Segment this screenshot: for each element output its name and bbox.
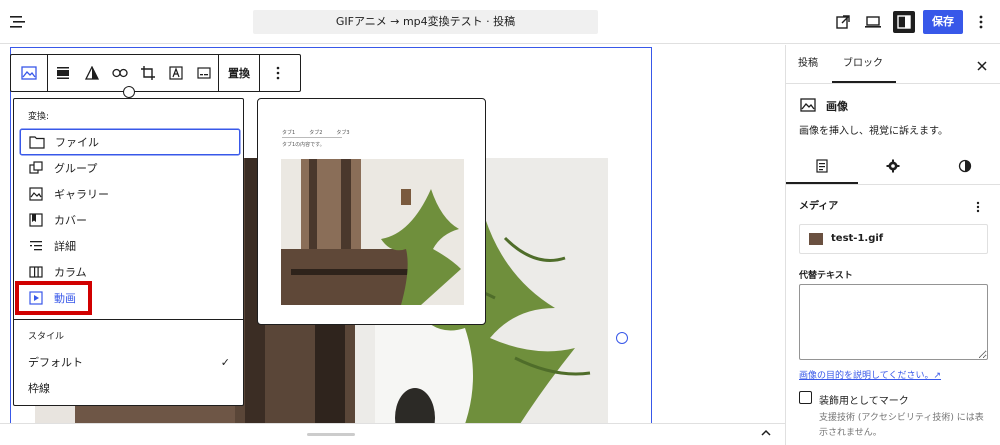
menu-item-group[interactable]: グループ [20, 155, 240, 181]
alt-text-label: 代替テキスト [799, 271, 853, 281]
preview-content: タブ1の内容です。 [282, 142, 325, 148]
view-post-icon[interactable] [832, 11, 854, 33]
menu-item-label: カバー [54, 214, 87, 227]
chevron-up-icon[interactable] [760, 427, 772, 442]
menu-item-label: ギャラリー [54, 188, 109, 201]
image-icon [800, 97, 816, 116]
device-preview-icon[interactable] [862, 11, 884, 33]
menu-item-details[interactable]: 詳細 [20, 233, 240, 259]
canvas-footer [0, 423, 785, 445]
style-label: 枠線 [28, 382, 50, 395]
document-title[interactable]: GIFアニメ → mp4変換テスト · 投稿 [253, 10, 598, 34]
document-overview-icon[interactable] [8, 12, 28, 32]
styles-tab-icon[interactable] [958, 158, 972, 177]
media-file-button[interactable]: test-1.gif [799, 224, 988, 254]
decorative-label: 装飾用としてマーク [819, 396, 909, 407]
styles-heading: スタイル [28, 332, 65, 342]
resize-handle[interactable] [616, 332, 628, 344]
preview-image [281, 159, 464, 305]
crop-icon[interactable] [134, 55, 162, 91]
details-icon [28, 238, 44, 254]
group-icon [28, 160, 44, 176]
decorative-checkbox[interactable] [799, 391, 812, 404]
block-preview: タブ1 タブ2 タブ3 タブ1の内容です。 [257, 98, 486, 325]
tab-block[interactable]: ブロック [843, 45, 883, 83]
tab-post[interactable]: 投稿 [798, 45, 818, 83]
duotone-icon[interactable] [78, 55, 106, 91]
highlight-annotation [15, 281, 92, 315]
alt-text-input[interactable] [799, 284, 988, 360]
media-thumbnail [809, 233, 823, 245]
alt-help-link[interactable]: 画像の目的を説明してください。↗ [799, 368, 941, 381]
resize-grip[interactable] [307, 433, 355, 436]
menu-item-cover[interactable]: カバー [20, 207, 240, 233]
settings-sidebar-icon[interactable] [893, 11, 915, 33]
menu-item-label: グループ [54, 162, 98, 175]
menu-item-gallery[interactable]: ギャラリー [20, 181, 240, 207]
save-button[interactable]: 保存 [923, 10, 963, 34]
align-icon[interactable] [48, 55, 78, 91]
block-toolbar: 置換 [10, 54, 301, 92]
more-options-icon[interactable] [970, 11, 992, 33]
style-label: デフォルト [28, 356, 83, 369]
preview-tab: タブ3 [336, 130, 350, 136]
replace-button[interactable]: 置換 [219, 55, 259, 91]
caption-icon[interactable] [190, 55, 218, 91]
menu-item-label: カラム [54, 266, 87, 279]
columns-icon [28, 264, 44, 280]
cover-icon [28, 212, 44, 228]
preview-tab: タブ2 [309, 130, 323, 136]
settings-tab-icon[interactable] [816, 158, 828, 177]
close-icon[interactable] [976, 57, 988, 76]
menu-item-label: ファイル [55, 136, 99, 149]
media-heading: メディア [799, 201, 839, 212]
media-options-icon[interactable] [976, 198, 980, 217]
menu-item-file[interactable]: ファイル [20, 129, 240, 155]
block-options-icon[interactable] [260, 55, 296, 91]
transform-heading: 変換: [28, 112, 50, 122]
editor-header: GIFアニメ → mp4変換テスト · 投稿 保存 [0, 0, 1000, 44]
style-default[interactable]: デフォルト ✓ [20, 349, 240, 375]
menu-item-label: 詳細 [54, 240, 76, 253]
file-icon [29, 134, 45, 150]
gear-icon[interactable] [886, 158, 900, 177]
block-name: 画像 [826, 100, 848, 113]
text-overlay-icon[interactable] [162, 55, 190, 91]
media-filename: test-1.gif [831, 233, 884, 244]
toolbar-drag-handle[interactable] [123, 86, 135, 98]
preview-tab: タブ1 [282, 130, 296, 136]
gallery-icon [28, 186, 44, 202]
decorative-help: 支援技術 (アクセシビリティ技術) には表示されません。 [819, 413, 984, 438]
editor-canvas: 置換 変換: ファイル グループ ギャラリー カバー 詳細 カラム 動画 スタイ… [0, 45, 785, 445]
style-outline[interactable]: 枠線 [20, 375, 240, 401]
settings-sidebar: 投稿 ブロック 画像 画像を挿入し、視覚に訴えます。 メディア test-1.g… [785, 45, 1000, 445]
image-block-icon[interactable] [11, 55, 47, 91]
transform-menu: 変換: ファイル グループ ギャラリー カバー 詳細 カラム 動画 スタイル デ… [13, 98, 244, 406]
check-icon: ✓ [220, 355, 230, 369]
block-description: 画像を挿入し、視覚に訴えます。 [799, 126, 948, 137]
